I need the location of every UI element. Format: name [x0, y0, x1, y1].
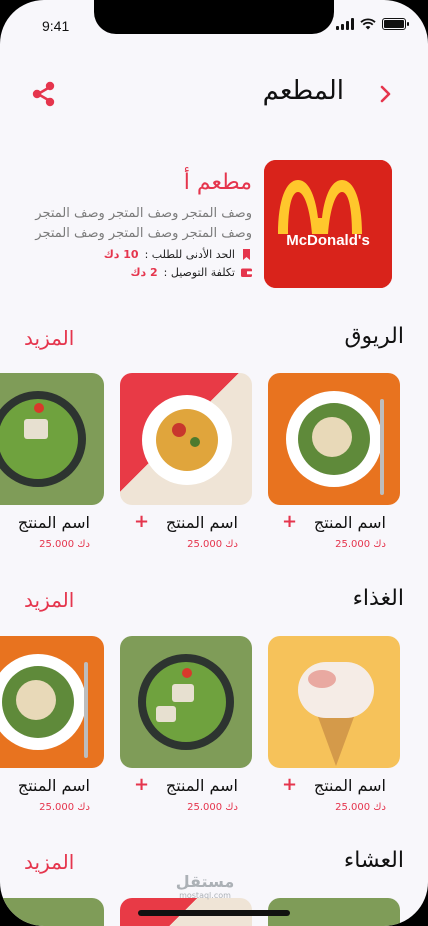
product-price: دك 25.000 — [39, 802, 90, 813]
notch — [94, 0, 334, 34]
wallet-icon — [241, 268, 252, 277]
more-link[interactable]: المزيد — [24, 326, 74, 350]
add-to-cart-button[interactable]: + — [282, 511, 297, 532]
watermark: مستقل mostaql.com — [170, 872, 240, 900]
add-to-cart-button[interactable]: + — [134, 511, 149, 532]
product-price: دك 25.000 — [187, 539, 238, 550]
product-name: اسم المنتج — [17, 776, 90, 795]
description-line: وصف المتجر وصف المتجر وصف المتجر — [35, 226, 252, 241]
delivery-value: 2 دك — [130, 266, 158, 279]
more-link[interactable]: المزيد — [24, 850, 74, 874]
add-to-cart-button[interactable]: + — [0, 774, 1, 795]
product-image — [0, 636, 104, 768]
phone-screen: 9:41 المطعم McDonald's مطعم أ وصف المتجر… — [0, 0, 428, 926]
product-card[interactable]: اسم المنتج + دك 25.000 — [0, 373, 104, 550]
product-name: اسم المنتج — [313, 776, 386, 795]
section-title: الريوق — [344, 324, 404, 349]
battery-icon — [382, 18, 409, 30]
section-title: العشاء — [343, 848, 404, 873]
min-order-value: 10 دك — [103, 248, 139, 261]
product-image — [120, 636, 252, 768]
logo-text: McDonald's — [286, 232, 370, 249]
product-card[interactable]: اسم المنتج + دك 25.000 — [268, 373, 400, 550]
more-link[interactable]: المزيد — [24, 588, 74, 612]
signal-icon — [336, 18, 354, 30]
product-name: اسم المنتج — [17, 513, 90, 532]
add-to-cart-button[interactable]: + — [282, 774, 297, 795]
watermark-text: مستقل — [175, 872, 235, 891]
header: المطعم — [0, 70, 428, 118]
product-card[interactable]: اسم المنتج + دك 25.000 — [268, 636, 400, 813]
product-price: دك 25.000 — [187, 802, 238, 813]
share-icon[interactable] — [30, 80, 58, 108]
wifi-icon — [360, 18, 376, 30]
add-to-cart-button[interactable]: + — [134, 774, 149, 795]
restaurant-description: وصف المتجر وصف المتجر وصف المتجر وصف الم… — [22, 204, 252, 244]
restaurant-info: McDonald's مطعم أ وصف المتجر وصف المتجر … — [0, 160, 428, 292]
product-image — [268, 373, 400, 505]
min-order-label: الحد الأدنى للطلب : — [144, 248, 235, 261]
product-name: اسم المنتج — [165, 513, 238, 532]
mcdonalds-logo-icon — [264, 160, 392, 288]
delivery-row: تكلفة التوصيل : 2 دك — [130, 266, 252, 279]
product-card-preview[interactable] — [0, 898, 104, 926]
watermark-url: mostaql.com — [179, 891, 231, 900]
bookmark-icon — [243, 249, 250, 260]
description-line: وصف المتجر وصف المتجر وصف المتجر — [35, 206, 252, 221]
product-name: اسم المنتج — [165, 776, 238, 795]
status-time: 9:41 — [42, 18, 70, 34]
delivery-label: تكلفة التوصيل : — [163, 266, 235, 279]
product-card[interactable]: اسم المنتج + دك 25.000 — [120, 373, 252, 550]
chevron-right-icon[interactable] — [374, 82, 398, 106]
page-title: المطعم — [262, 76, 344, 106]
add-to-cart-button[interactable]: + — [0, 511, 1, 532]
product-price: دك 25.000 — [335, 539, 386, 550]
product-name: اسم المنتج — [313, 513, 386, 532]
product-image — [0, 373, 104, 505]
status-icons — [336, 18, 409, 30]
home-indicator[interactable] — [138, 910, 290, 916]
section-title: الغذاء — [352, 586, 404, 611]
min-order-row: الحد الأدنى للطلب : 10 دك — [104, 248, 252, 261]
product-image — [120, 373, 252, 505]
product-card[interactable]: اسم المنتج + دك 25.000 — [120, 636, 252, 813]
restaurant-logo: McDonald's — [264, 160, 392, 288]
restaurant-name: مطعم أ — [183, 170, 252, 195]
product-image — [268, 636, 400, 768]
product-price: دك 25.000 — [39, 539, 90, 550]
product-card[interactable]: اسم المنتج + دك 25.000 — [0, 636, 104, 813]
product-price: دك 25.000 — [335, 802, 386, 813]
